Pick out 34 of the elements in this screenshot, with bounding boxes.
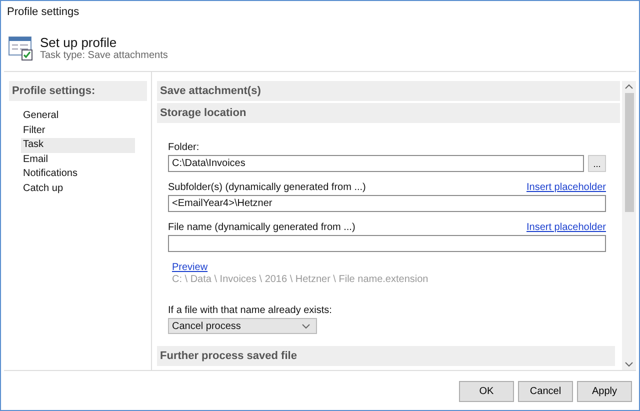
sidebar-item[interactable]: Task xyxy=(21,138,135,152)
chevron-down-icon xyxy=(302,324,310,328)
profile-form-icon xyxy=(8,35,34,61)
scroll-down-icon[interactable] xyxy=(625,362,633,367)
dialog-button[interactable]: OK xyxy=(459,381,514,402)
preview-link[interactable]: Preview xyxy=(172,262,606,274)
dialog-button[interactable]: Cancel xyxy=(518,381,573,402)
folder-field[interactable]: C:\Data\Invoices xyxy=(168,155,584,172)
insert-placeholder-link[interactable]: Insert placeholder xyxy=(526,221,606,234)
field-label: Subfolder(s) (dynamically generated from ...) xyxy=(168,181,366,194)
conflict-dropdown[interactable]: Cancel process xyxy=(168,318,317,334)
dialog-button[interactable]: Apply xyxy=(577,381,632,402)
browse-button[interactable]: ... xyxy=(588,155,606,172)
window-title: Profile settings xyxy=(7,6,80,18)
field-label: File name (dynamically generated from ...) xyxy=(168,221,356,234)
file-name-field[interactable] xyxy=(168,235,606,252)
subfolder-field[interactable]: <EmailYear4>\Hetzner xyxy=(168,195,606,212)
insert-placeholder-link[interactable]: Insert placeholder xyxy=(526,181,606,194)
dialog-title: Set up profile xyxy=(40,35,118,50)
section-heading: Further process saved file xyxy=(157,346,615,366)
field-label: If a file with that name already exists: xyxy=(168,304,332,317)
dialog-subtitle: Task type: Save attachments xyxy=(40,50,168,61)
section-heading: Storage location xyxy=(157,103,620,123)
sidebar-item[interactable]: Filter xyxy=(21,124,135,138)
sidebar-item[interactable]: Notifications xyxy=(21,167,135,182)
sidebar-item[interactable]: Catch up xyxy=(21,182,135,196)
sidebar-heading: Profile settings: xyxy=(9,81,147,101)
sidebar-item[interactable]: General xyxy=(21,109,135,124)
scrollbar[interactable] xyxy=(622,81,636,370)
preview-path: C: \ Data \ Invoices \ 2016 \ Hetzner \ File name.extension xyxy=(172,274,430,286)
field-label: Folder: xyxy=(168,141,200,154)
section-heading: Save attachment(s) xyxy=(157,81,620,101)
sidebar-item[interactable]: Email xyxy=(21,152,135,167)
scroll-up-icon[interactable] xyxy=(625,84,633,89)
